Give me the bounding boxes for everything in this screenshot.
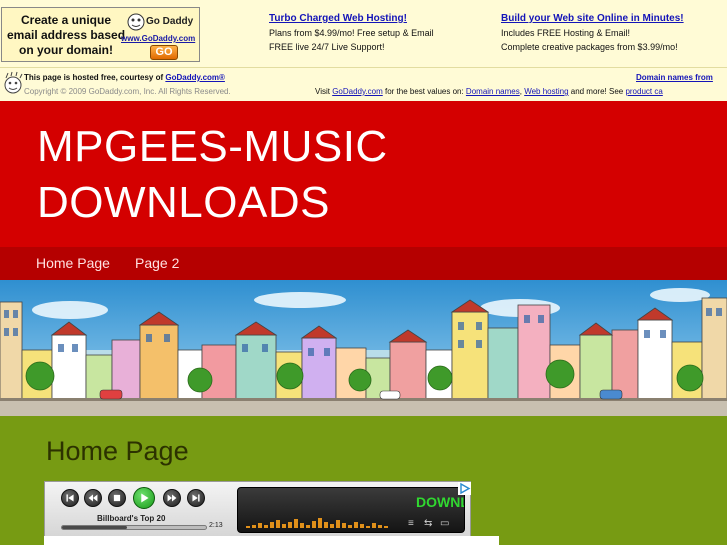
fast-forward-button[interactable]	[163, 489, 181, 507]
town-banner-illustration	[0, 280, 727, 416]
equalizer-bar	[312, 521, 316, 528]
equalizer-bar	[372, 523, 376, 528]
domain-names-link[interactable]: Domain names	[466, 87, 520, 96]
email-ad-text: Create a unique email address based on y…	[6, 13, 126, 58]
hosting-ad-title[interactable]: Turbo Charged Web Hosting!	[269, 12, 434, 26]
adchoices-icon[interactable]	[458, 482, 471, 495]
domain-names-promo: Domain names from	[636, 73, 713, 82]
equalizer-bar	[288, 522, 292, 528]
website-builder-ad-line-2: Complete creative packages from $3.99/mo…	[501, 42, 678, 52]
main-content: Home Page Billboard's Top 20 2:13 DOWNL …	[0, 416, 727, 545]
scrolling-display-text: DOWNL	[416, 494, 465, 510]
equalizer-bar	[318, 518, 322, 528]
player-display: DOWNL ≡ ⇆ ▭	[237, 487, 465, 533]
visit-mid: for the best values on:	[382, 87, 466, 96]
equalizer-bar	[330, 524, 334, 528]
visit-godaddy-link[interactable]: GoDaddy.com	[332, 87, 383, 96]
equalizer-bar	[258, 523, 262, 528]
godaddy-mascot-icon	[4, 71, 23, 94]
town-banner	[0, 280, 727, 416]
hosting-ad: Turbo Charged Web Hosting! Plans from $4…	[269, 12, 434, 54]
seek-bar[interactable]	[61, 525, 207, 530]
rewind-button[interactable]	[84, 489, 102, 507]
domain-names-from-link[interactable]: Domain names from	[636, 73, 713, 82]
skip-to-start-button[interactable]	[61, 489, 79, 507]
equalizer-bar	[324, 522, 328, 528]
page-title: Home Page	[46, 436, 189, 466]
email-ad-line-2: email address based	[6, 28, 126, 42]
hosted-by-text: This page is hosted free, courtesy of Go…	[24, 73, 225, 82]
visit-godaddy-text: Visit GoDaddy.com for the best values on…	[315, 87, 663, 96]
main-nav: Home Page Page 2	[0, 247, 727, 280]
repeat-icon[interactable]: ⇆	[424, 518, 432, 529]
equalizer-bar	[384, 526, 388, 528]
stop-icon	[113, 494, 121, 502]
site-header: MPGEES-MUSIC DOWNLOADS	[0, 101, 727, 247]
visit-prefix: Visit	[315, 87, 333, 96]
equalizer-bar	[348, 525, 352, 528]
website-builder-ad-title[interactable]: Build your Web site Online in Minutes!	[501, 12, 684, 26]
website-builder-ad: Build your Web site Online in Minutes! I…	[501, 12, 684, 54]
email-ad-line-1: Create a unique	[20, 13, 112, 27]
equalizer-bar	[306, 525, 310, 528]
ad-go-button[interactable]: GO	[150, 45, 178, 60]
website-builder-ad-line-1: Includes FREE Hosting & Email!	[501, 28, 631, 38]
equalizer-bar	[300, 523, 304, 528]
skip-start-icon	[66, 494, 74, 502]
hosted-prefix: This page is hosted free, courtesy of	[24, 73, 166, 82]
fast-forward-icon	[167, 494, 177, 502]
nav-item-home-page[interactable]: Home Page	[36, 255, 110, 271]
equalizer-bar	[252, 525, 256, 528]
equalizer-bar	[264, 525, 268, 528]
playlist-icon[interactable]: ≡	[408, 518, 414, 529]
hosted-by-strip: This page is hosted free, courtesy of Go…	[0, 67, 727, 101]
equalizer-bar	[360, 524, 364, 528]
rewind-icon	[88, 494, 98, 502]
play-icon	[141, 493, 149, 503]
equalizer-bar	[354, 522, 358, 528]
ad-strip: Create a unique email address based on y…	[0, 0, 727, 67]
site-title-line-2: DOWNLOADS	[37, 178, 330, 227]
equalizer-bar	[276, 520, 280, 528]
logo-text: Go Daddy	[146, 16, 194, 27]
skip-to-end-button[interactable]	[187, 489, 205, 507]
equalizer-bar	[294, 519, 298, 528]
nav-item-page-2[interactable]: Page 2	[135, 255, 179, 271]
adchoices-triangle-icon	[460, 482, 471, 495]
track-time: 2:13	[209, 522, 223, 529]
equalizer-bar	[378, 525, 382, 528]
product-catalog-link[interactable]: product ca	[625, 87, 662, 96]
skip-end-icon	[192, 494, 200, 502]
equalizer-bar	[246, 526, 250, 528]
copyright-text: Copyright © 2009 GoDaddy.com, Inc. All R…	[24, 87, 231, 96]
hosting-ad-line-2: FREE live 24/7 Live Support!	[269, 42, 385, 52]
play-button[interactable]	[133, 487, 155, 509]
ad-url-link[interactable]: www.GoDaddy.com	[121, 34, 195, 43]
equalizer-bar	[342, 523, 346, 528]
hosting-ad-line-1: Plans from $4.99/mo! Free setup & Email	[269, 28, 434, 38]
volume-icon[interactable]: ▭	[440, 518, 449, 529]
email-ad-box[interactable]: Create a unique email address based on y…	[1, 7, 200, 62]
equalizer-bar	[336, 520, 340, 528]
site-title-line-1: MPGEES-MUSIC	[37, 122, 388, 171]
email-ad-line-3: on your domain!	[19, 43, 113, 57]
godaddy-logo-icon: Go Daddy	[127, 13, 194, 31]
music-player: Billboard's Top 20 2:13 DOWNL ≡ ⇆ ▭	[44, 481, 471, 537]
equalizer-bar	[270, 522, 274, 528]
visit-mid-2: and more! See	[568, 87, 626, 96]
content-panel-edge	[44, 536, 499, 545]
web-hosting-link[interactable]: Web hosting	[524, 87, 568, 96]
equalizer-bar	[366, 526, 370, 528]
seek-bar-progress	[62, 526, 127, 529]
track-name: Billboard's Top 20	[97, 514, 166, 523]
site-title: MPGEES-MUSIC DOWNLOADS	[37, 119, 557, 231]
stop-button[interactable]	[108, 489, 126, 507]
godaddy-link[interactable]: GoDaddy.com®	[165, 73, 225, 82]
equalizer-bar	[282, 524, 286, 528]
